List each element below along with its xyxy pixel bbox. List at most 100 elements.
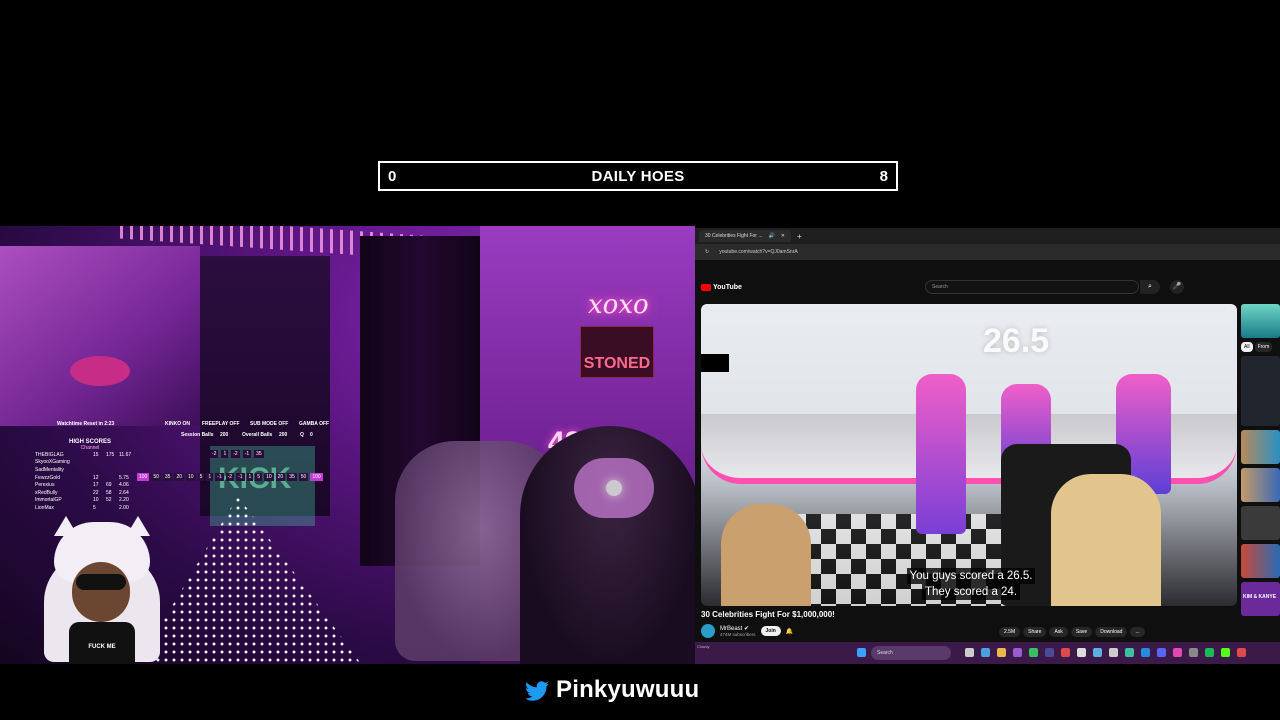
scale-value: 35 — [162, 473, 173, 481]
scale-value: 100 — [137, 473, 150, 481]
youtube-logo[interactable]: YouTube — [701, 283, 742, 291]
sidebar-thumbnail[interactable] — [1241, 356, 1280, 426]
discord-icon[interactable] — [1157, 648, 1166, 657]
filter-chip[interactable]: All — [1241, 342, 1253, 352]
counter-title: DAILY HOES — [591, 167, 685, 185]
spotify-icon[interactable] — [1205, 648, 1214, 657]
microphone-icon[interactable]: 🎤 — [1170, 280, 1184, 294]
app-icon[interactable] — [1109, 648, 1118, 657]
high-score-value: 2.64 — [119, 489, 129, 496]
subtitle-line-2: They scored a 24. — [921, 584, 1021, 600]
high-score-value: 58 — [106, 489, 112, 496]
new-tab-icon[interactable]: + — [797, 232, 802, 241]
counter-left-value: 0 — [388, 167, 397, 185]
close-tab-icon[interactable]: ✕ — [781, 233, 785, 239]
audience-member-2 — [1051, 474, 1161, 606]
freeplay-status: FREEPLAY OFF — [202, 421, 240, 427]
session-balls-label: Session Balls — [181, 432, 214, 438]
neon-sign-xoxo: xoxo — [588, 290, 649, 320]
join-button[interactable]: Join — [760, 626, 781, 636]
share-button[interactable]: Share — [1023, 627, 1047, 637]
weather-widget[interactable]: Cloudy — [695, 642, 711, 651]
youtube-play-icon — [701, 283, 711, 291]
high-score-value: 12 — [93, 474, 99, 481]
scale-value: -2 — [225, 473, 235, 481]
mute-icon[interactable]: 🔊 — [769, 233, 775, 239]
high-score-name: SadMentality — [35, 466, 64, 473]
shelf: KICK — [210, 446, 315, 526]
copilot-icon[interactable] — [981, 648, 990, 657]
chrome-icon[interactable] — [1029, 648, 1038, 657]
avatar-face — [72, 562, 130, 622]
wall-mural — [0, 246, 200, 426]
download-button[interactable]: Download — [1095, 627, 1128, 637]
filter-chip[interactable]: From — [1254, 342, 1273, 352]
search-input[interactable]: Search — [925, 280, 1139, 294]
taskbar-search[interactable]: Search — [871, 646, 951, 660]
tick-value: -2 — [231, 450, 240, 458]
high-score-value: 11.67 — [119, 451, 132, 458]
start-icon[interactable] — [857, 648, 866, 657]
overall-balls-label: Overall Balls — [242, 432, 273, 438]
tick-value: 1 — [221, 450, 229, 458]
app-icon[interactable] — [1173, 648, 1182, 657]
high-score-row: LionMax 5 2.00 — [35, 504, 145, 512]
high-score-value: 2.20 — [119, 497, 129, 504]
app-icon[interactable] — [1045, 648, 1054, 657]
task-view-icon[interactable] — [965, 648, 974, 657]
more-button[interactable]: ... — [1130, 627, 1145, 637]
razer-logo-icon — [606, 480, 622, 496]
scale-value: 5 — [197, 473, 205, 481]
url-text[interactable]: youtube.com/watch?v=QJ0amSnrA — [719, 249, 798, 255]
sidebar-thumbnail[interactable] — [1241, 544, 1280, 578]
scale-value: 50 — [298, 473, 309, 481]
app-icon[interactable] — [1237, 648, 1246, 657]
sidebar-thumbnail[interactable] — [1241, 468, 1280, 502]
browser-window: 30 Celebrities Fight For ... 🔊 ✕ + ↻ you… — [695, 228, 1280, 664]
scale-value: 20 — [275, 473, 286, 481]
video-player[interactable]: 26.5 You guys scored a 26.5. They scored… — [701, 304, 1237, 606]
high-score-row: ImmortalGP 10 52 2.20 — [35, 497, 145, 505]
address-bar[interactable]: ↻ youtube.com/watch?v=QJ0amSnrA — [695, 244, 1280, 260]
high-score-value: 22 — [93, 489, 99, 496]
twitter-icon — [525, 681, 549, 701]
filter-chips: All From — [1241, 342, 1280, 352]
sidebar-thumbnail-kim-kanye[interactable]: KIM & KANYE — [1241, 582, 1280, 616]
app-icon[interactable] — [1061, 648, 1070, 657]
scale-value: 10 — [186, 473, 196, 481]
search-icon[interactable]: ⌕ — [1140, 280, 1160, 294]
browser-tab[interactable]: 30 Celebrities Fight For ... 🔊 ✕ — [699, 230, 791, 242]
taskbar: Cloudy Search — [695, 642, 1280, 664]
high-score-name: xRedBully — [35, 489, 58, 496]
file-explorer-icon[interactable] — [997, 648, 1006, 657]
channel-avatar[interactable] — [701, 624, 715, 638]
high-score-name: SkyooXGaming — [35, 459, 70, 466]
stoned-sign: STONED — [580, 326, 654, 378]
sidebar-thumbnail[interactable] — [1241, 506, 1280, 540]
scale-value: 35 — [287, 473, 297, 481]
bell-icon[interactable]: 🔔 — [786, 628, 793, 635]
scale-value: 50 — [151, 473, 161, 481]
tick-value: 35 — [254, 450, 264, 458]
app-icon[interactable] — [1077, 648, 1086, 657]
app-icon[interactable] — [1093, 648, 1102, 657]
save-button[interactable]: Save — [1070, 627, 1093, 637]
high-score-value: 5.75 — [119, 474, 129, 481]
high-score-value: 10 — [93, 497, 99, 504]
app-icon[interactable] — [1125, 648, 1134, 657]
kick-icon[interactable] — [1221, 648, 1230, 657]
sidebar-thumbnail[interactable] — [1241, 430, 1280, 464]
app-icon[interactable] — [1013, 648, 1022, 657]
high-score-row: Perexius 17 69 4.06 — [35, 481, 145, 489]
app-icon[interactable] — [1141, 648, 1150, 657]
like-button[interactable]: 2.5M — [999, 627, 1021, 637]
app-icon[interactable] — [1189, 648, 1198, 657]
youtube-logo-text: YouTube — [713, 283, 742, 291]
high-scores-panel: HIGH SCORES Channel THEBIGLAG 15 175 11.67 S… — [35, 439, 145, 512]
ask-button[interactable]: Ask — [1049, 627, 1068, 637]
headset-icon — [574, 458, 654, 518]
avatar-shirt-text: FUCK ME — [88, 644, 116, 650]
footer-bar: Pinkyuwuuu — [0, 664, 1280, 720]
reload-icon[interactable]: ↻ — [705, 249, 709, 255]
sidebar-thumbnail[interactable] — [1241, 304, 1280, 338]
